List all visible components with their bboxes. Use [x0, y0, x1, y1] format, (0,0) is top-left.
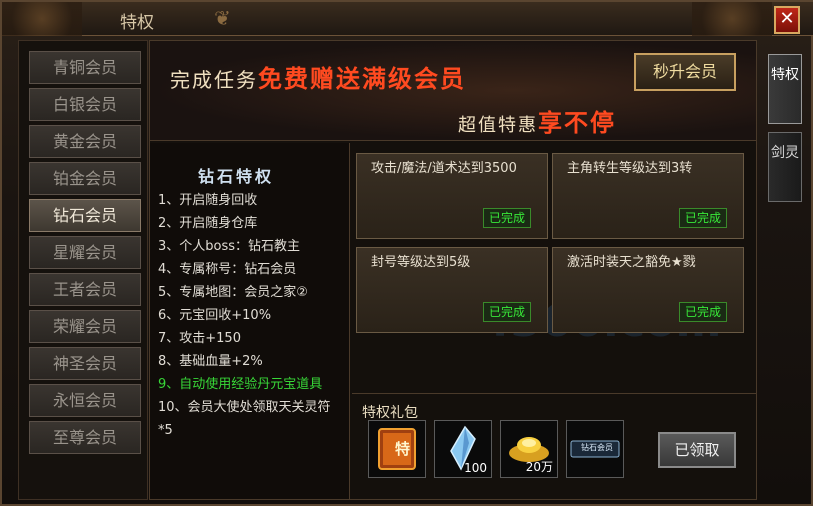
tier-silver[interactable]: 白银会员 — [29, 88, 141, 121]
banner-line-1-highlight: 免费赠送满级会员 — [258, 65, 466, 93]
banner-line-2: 超值特惠享不停 — [458, 103, 616, 138]
privilege-item: 10、会员大使处领取天关灵符*5 — [158, 400, 331, 438]
dragon-ornament-right-icon — [692, 2, 772, 36]
privilege-item: 3、个人boss：钻石教主 — [158, 239, 301, 254]
task-card: 封号等级达到5级 已完成 — [356, 247, 548, 333]
privilege-list: 1、开启随身回收 2、开启随身仓库 3、个人boss：钻石教主 4、专属称号：钻… — [158, 189, 344, 442]
privilege-list-panel: 钻石特权 1、开启随身回收 2、开启随身仓库 3、个人boss：钻石教主 4、专… — [150, 143, 350, 499]
swirl-ornament-icon: ❦ — [214, 6, 231, 30]
instant-upgrade-button[interactable]: 秒升会员 — [634, 53, 736, 91]
task-status-badge: 已完成 — [679, 302, 727, 322]
membership-tier-list: 青铜会员 白银会员 黄金会员 铂金会员 钻石会员 星耀会员 王者会员 荣耀会员 … — [18, 40, 148, 500]
tier-supreme[interactable]: 至尊会员 — [29, 421, 141, 454]
tier-glory[interactable]: 荣耀会员 — [29, 310, 141, 343]
banner-line-2-highlight: 享不停 — [538, 109, 616, 137]
task-description: 主角转生等级达到3转 — [567, 161, 693, 176]
main-panel: 完成任务免费赠送满级会员 超值特惠享不停 秒升会员 钻石特权 1、开启随身回收 … — [149, 40, 757, 500]
gift-slot[interactable]: 20万 — [500, 420, 558, 478]
tier-gold[interactable]: 黄金会员 — [29, 125, 141, 158]
banner-line-1: 完成任务免费赠送满级会员 — [170, 59, 466, 94]
task-status-badge: 已完成 — [679, 208, 727, 228]
close-button[interactable]: ✕ — [774, 6, 800, 34]
tab-sword-spirit[interactable]: 剑灵 — [768, 132, 802, 202]
tier-platinum[interactable]: 铂金会员 — [29, 162, 141, 195]
tab-privilege[interactable]: 特权 — [768, 54, 802, 124]
task-card: 激活时装天之豁免★戮 已完成 — [552, 247, 744, 333]
title-bar: 特权 ❦ ✕ — [2, 2, 813, 36]
vip-card-badge: 特 — [395, 440, 411, 458]
promo-banner: 完成任务免费赠送满级会员 超值特惠享不停 秒升会员 — [150, 41, 756, 141]
vip-privilege-window: 特权 ❦ ✕ 青铜会员 白银会员 黄金会员 铂金会员 钻石会员 星耀会员 王者会… — [0, 0, 813, 506]
gift-slot[interactable]: 特 — [368, 420, 426, 478]
tier-bronze[interactable]: 青铜会员 — [29, 51, 141, 84]
gift-slot[interactable]: 100 — [434, 420, 492, 478]
privilege-gift-pack: 特权礼包 特 100 20万 钻石会员 已领取 — [352, 393, 756, 499]
task-grid: 攻击/魔法/道术达到3500 已完成 主角转生等级达到3转 已完成 封号等级达到… — [352, 143, 756, 393]
privilege-item: 4、专属称号：钻石会员 — [158, 262, 297, 277]
tier-star[interactable]: 星耀会员 — [29, 236, 141, 269]
item-count: 20万 — [525, 460, 553, 474]
task-status-badge: 已完成 — [483, 208, 531, 228]
dragon-ornament-left-icon — [2, 2, 82, 36]
task-description: 封号等级达到5级 — [371, 255, 471, 270]
privilege-item: 7、攻击+150 — [158, 331, 241, 346]
privilege-item-highlight: 9、自动使用经验丹元宝道具 — [158, 377, 323, 392]
window-title: 特权 — [120, 13, 154, 33]
privilege-item: 8、基础血量+2% — [158, 354, 263, 369]
task-card: 攻击/魔法/道术达到3500 已完成 — [356, 153, 548, 239]
claim-button[interactable]: 已领取 — [658, 432, 736, 468]
privilege-item: 2、开启随身仓库 — [158, 216, 258, 231]
privilege-title: 钻石特权 — [198, 167, 275, 186]
task-card: 主角转生等级达到3转 已完成 — [552, 153, 744, 239]
banner-line-1-prefix: 完成任务 — [170, 68, 258, 92]
tier-eternal[interactable]: 永恒会员 — [29, 384, 141, 417]
privilege-item: 5、专属地图：会员之家② — [158, 285, 308, 300]
privilege-item: 1、开启随身回收 — [158, 193, 258, 208]
tier-diamond[interactable]: 钻石会员 — [29, 199, 141, 232]
gift-pack-title: 特权礼包 — [362, 405, 418, 421]
privilege-item: 6、元宝回收+10% — [158, 308, 272, 323]
gift-slot[interactable]: 钻石会员 — [566, 420, 624, 478]
diamond-badge-label: 钻石会员 — [581, 443, 613, 452]
task-description: 攻击/魔法/道术达到3500 — [371, 161, 517, 176]
task-description: 激活时装天之豁免★戮 — [567, 255, 696, 270]
banner-line-2-prefix: 超值特惠 — [458, 115, 538, 136]
tier-king[interactable]: 王者会员 — [29, 273, 141, 306]
task-status-badge: 已完成 — [483, 302, 531, 322]
tier-sacred[interactable]: 神圣会员 — [29, 347, 141, 380]
item-count: 100 — [464, 461, 487, 475]
